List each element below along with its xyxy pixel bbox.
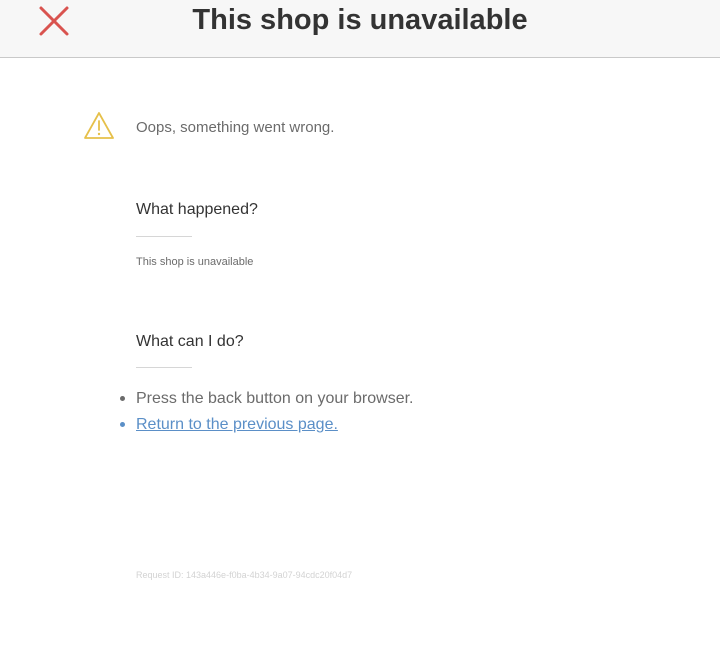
what-can-i-do-heading: What can I do?	[136, 333, 244, 350]
what-happened-text: This shop is unavailable	[136, 256, 254, 268]
header-bar: This shop is unavailable	[0, 0, 720, 58]
error-message: Oops, something went wrong.	[136, 119, 335, 136]
warning-icon	[84, 112, 114, 139]
list-item: Press the back button on your browser.	[118, 386, 413, 412]
divider	[136, 236, 192, 237]
bullet-icon	[120, 396, 125, 401]
what-happened-heading: What happened?	[136, 201, 258, 218]
divider	[136, 367, 192, 368]
list-item: Return to the previous page.	[118, 412, 413, 438]
return-previous-page-link[interactable]: Return to the previous page.	[136, 416, 338, 433]
bullet-icon	[120, 422, 125, 427]
request-id: Request ID: 143a446e-f0ba-4b34-9a07-94cd…	[136, 570, 353, 580]
back-button-hint: Press the back button on your browser.	[136, 390, 414, 407]
action-list: Press the back button on your browser. R…	[118, 386, 413, 438]
page-title: This shop is unavailable	[192, 4, 528, 36]
